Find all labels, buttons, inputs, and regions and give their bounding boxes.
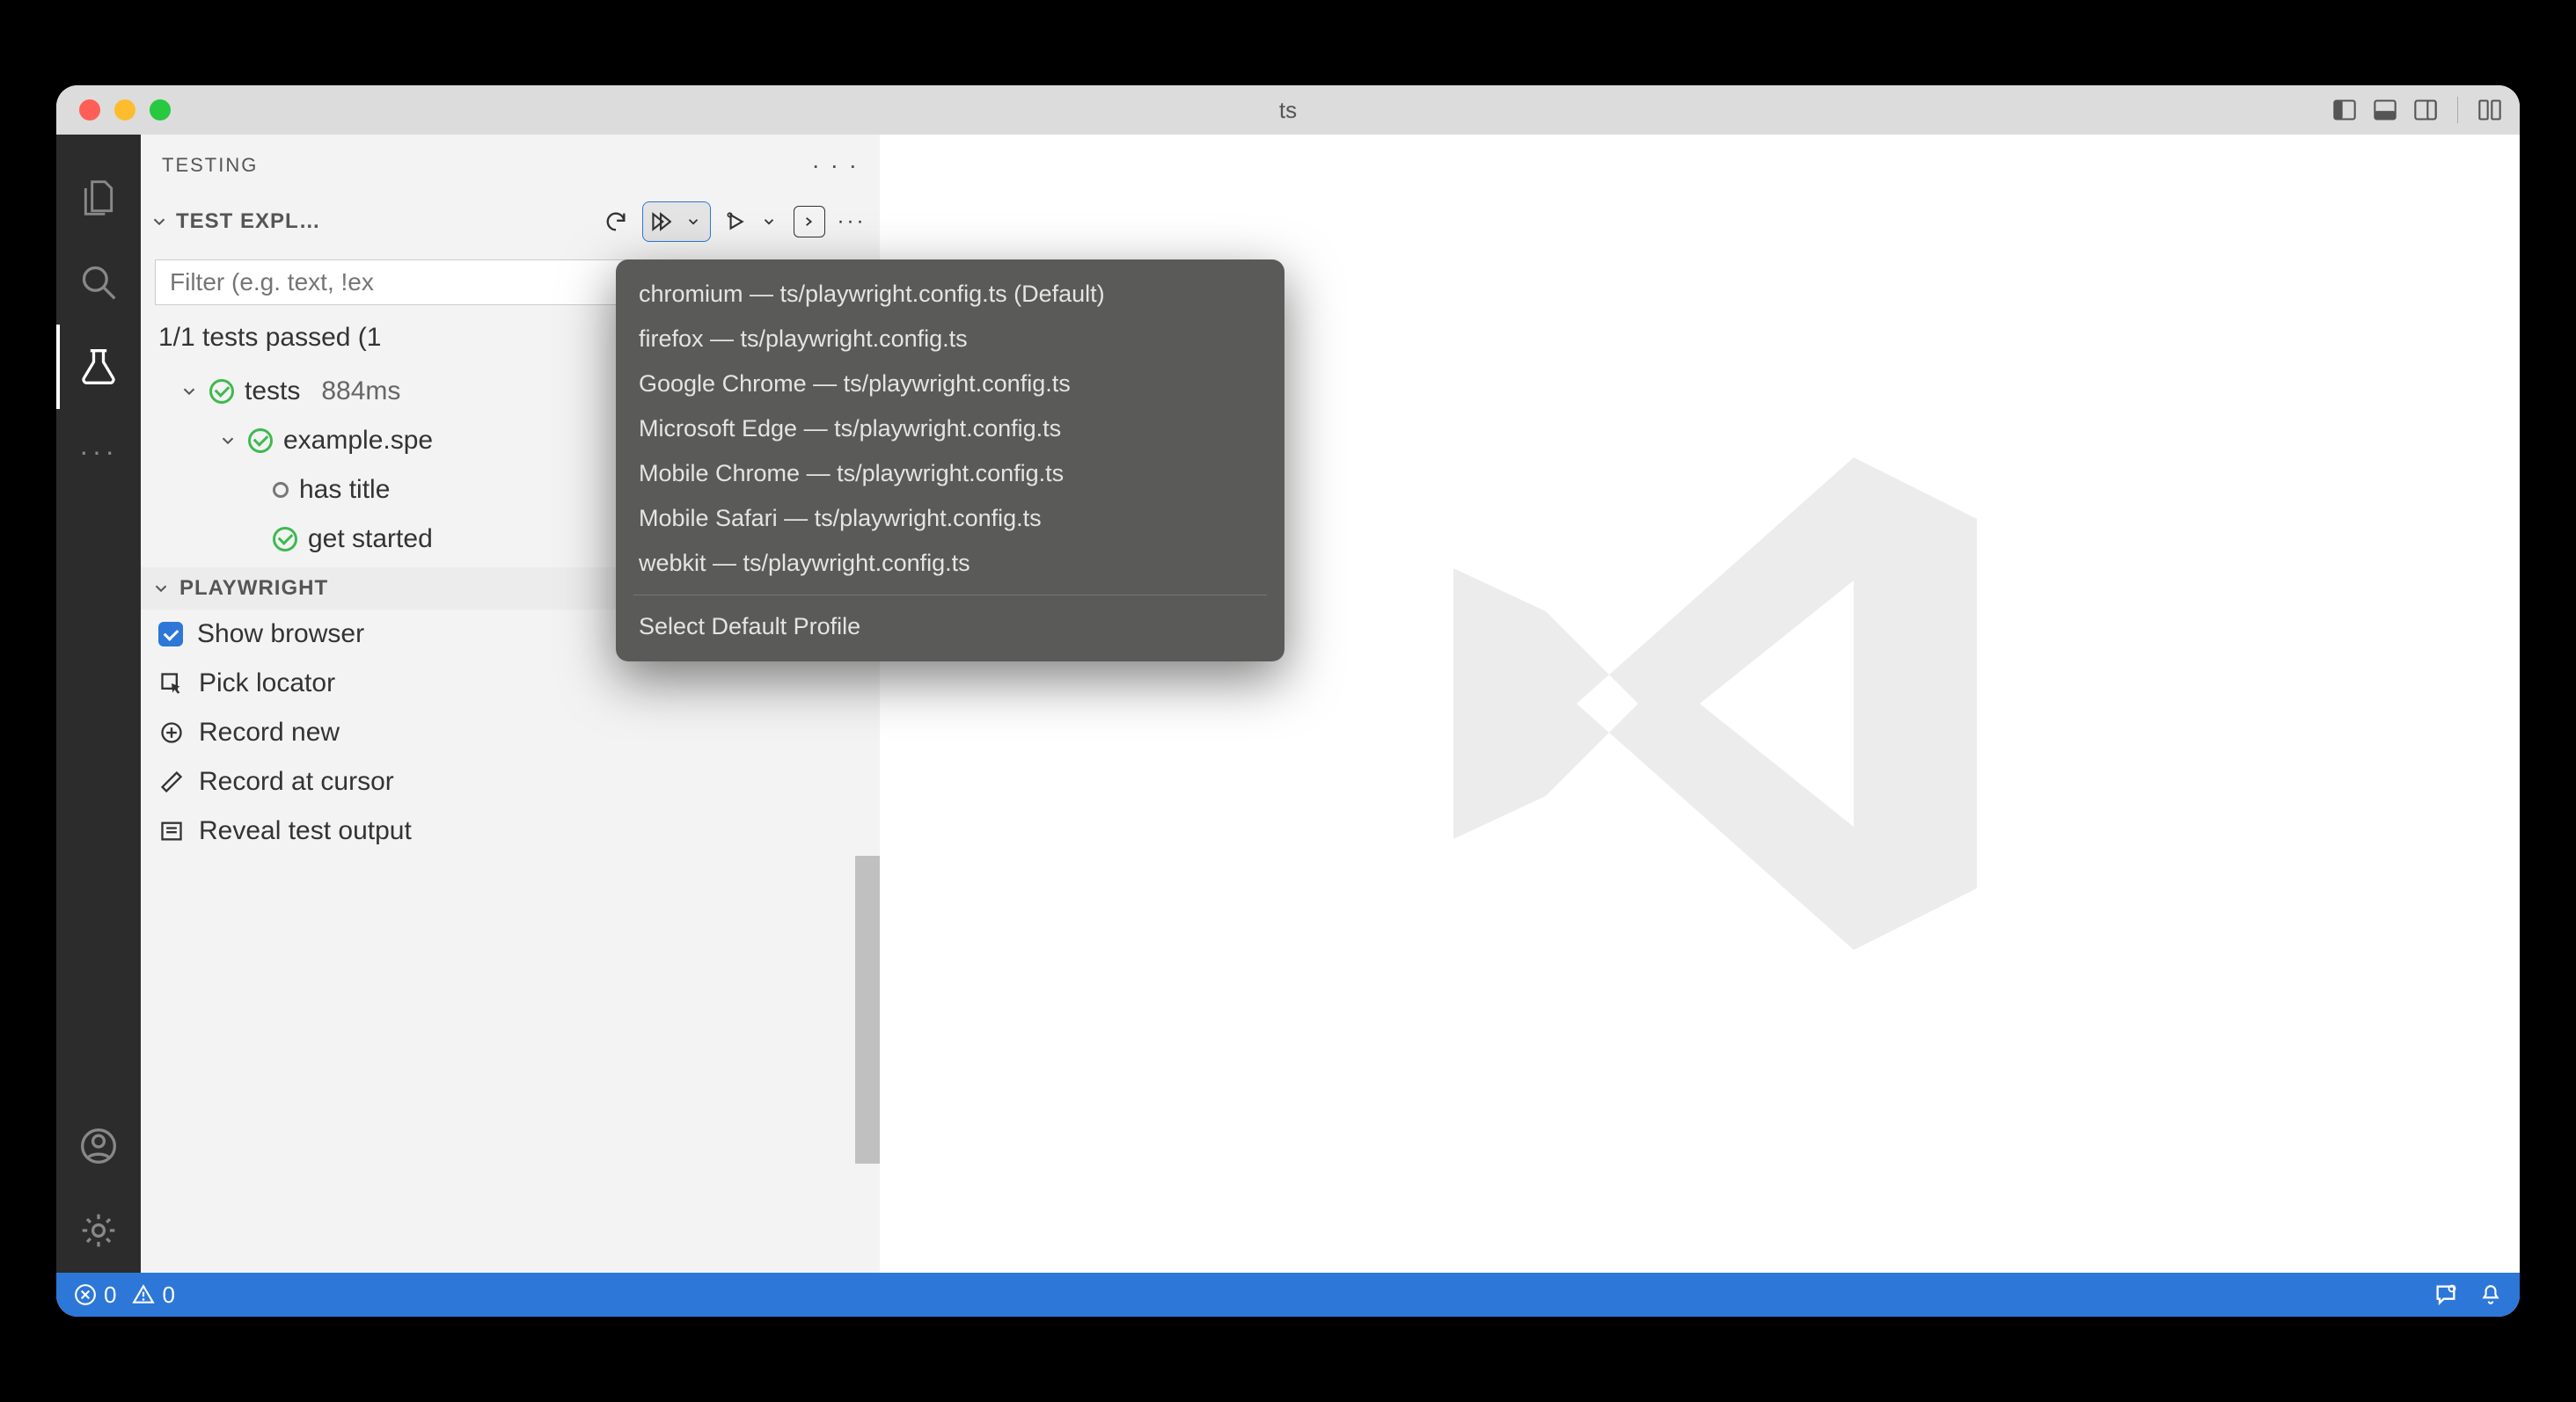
- item-label: Record at cursor: [199, 767, 394, 797]
- circle-icon: [273, 482, 289, 498]
- explorer-activity[interactable]: [56, 156, 141, 240]
- sidebar-more-button[interactable]: · · ·: [811, 151, 859, 179]
- tree-label: tests: [245, 376, 300, 406]
- section-title: PLAYWRIGHT: [179, 576, 328, 601]
- error-count: 0: [104, 1282, 116, 1309]
- tree-label: has title: [299, 475, 390, 505]
- separator: [2457, 97, 2458, 123]
- toggle-panel-icon[interactable]: [2373, 98, 2397, 122]
- pass-icon: [209, 379, 234, 404]
- search-activity[interactable]: [56, 240, 141, 325]
- debug-all-button[interactable]: [719, 202, 752, 241]
- test-explorer-toolbar: ···: [596, 201, 871, 242]
- layout-controls: [2332, 97, 2502, 123]
- files-icon: [79, 179, 118, 217]
- chevron-down-icon: [179, 382, 199, 401]
- debug-tests-split-button[interactable]: [718, 201, 787, 242]
- debug-play-icon: [724, 210, 747, 233]
- chevron-down-icon: [150, 212, 169, 231]
- close-window-button[interactable]: [79, 99, 100, 120]
- warning-icon: [132, 1283, 155, 1306]
- minimize-window-button[interactable]: [114, 99, 135, 120]
- ellipsis-icon: ···: [838, 209, 867, 234]
- warnings-status[interactable]: 0: [132, 1282, 174, 1309]
- pass-icon: [248, 428, 273, 453]
- show-output-button[interactable]: [794, 206, 825, 237]
- settings-activity[interactable]: [56, 1188, 141, 1273]
- gear-icon: [79, 1211, 118, 1250]
- refresh-tests-button[interactable]: [596, 202, 635, 241]
- menu-item-google-chrome[interactable]: Google Chrome — ts/playwright.config.ts: [616, 361, 1284, 406]
- output-icon: [158, 818, 185, 844]
- sidebar-header: TESTING · · ·: [141, 135, 880, 196]
- errors-status[interactable]: 0: [74, 1282, 116, 1309]
- sidebar-title: TESTING: [162, 154, 258, 177]
- record-cursor-icon: [158, 769, 185, 795]
- chevron-down-icon: [685, 214, 701, 230]
- toggle-sidebar-left-icon[interactable]: [2332, 98, 2357, 122]
- more-activity[interactable]: ···: [56, 409, 141, 493]
- inspect-icon: [158, 670, 185, 697]
- account-icon: [79, 1127, 118, 1165]
- scrollbar-thumb[interactable]: [855, 856, 880, 1164]
- chevron-down-icon: [218, 431, 238, 450]
- tree-label: example.spe: [283, 426, 433, 456]
- tree-label: get started: [308, 524, 433, 554]
- duration-label: 884ms: [321, 376, 400, 406]
- pick-locator-button[interactable]: Pick locator: [141, 659, 880, 708]
- run-profile-menu: chromium — ts/playwright.config.ts (Defa…: [616, 259, 1284, 661]
- run-tests-split-button[interactable]: [642, 201, 711, 242]
- testing-activity[interactable]: [56, 325, 141, 409]
- play-all-icon: [648, 210, 671, 233]
- record-new-button[interactable]: Record new: [141, 708, 880, 757]
- window-body: ··· TESTING · · · TEST EXPL…: [56, 135, 2520, 1273]
- reveal-output-button[interactable]: Reveal test output: [141, 807, 880, 856]
- run-dropdown-button[interactable]: [677, 202, 710, 241]
- vscode-watermark-icon: [1392, 396, 2008, 1011]
- warning-count: 0: [162, 1282, 174, 1309]
- activity-bar: ···: [56, 135, 141, 1273]
- more-actions-button[interactable]: ···: [832, 202, 871, 241]
- error-icon: [74, 1283, 97, 1306]
- search-icon: [79, 263, 118, 302]
- test-explorer-header[interactable]: TEST EXPL… ···: [141, 196, 880, 252]
- menu-item-webkit[interactable]: webkit — ts/playwright.config.ts: [616, 541, 1284, 586]
- titlebar: ts: [56, 85, 2520, 135]
- debug-dropdown-button[interactable]: [752, 202, 786, 241]
- chevron-down-icon: [151, 579, 171, 598]
- item-label: Show browser: [197, 619, 364, 649]
- checkbox-checked-icon: [158, 622, 183, 646]
- window-controls: [56, 99, 171, 120]
- run-all-button[interactable]: [643, 202, 677, 241]
- toggle-sidebar-right-icon[interactable]: [2413, 98, 2438, 122]
- item-label: Reveal test output: [199, 816, 412, 846]
- menu-item-select-default[interactable]: Select Default Profile: [616, 604, 1284, 649]
- record-new-icon: [158, 719, 185, 746]
- menu-item-mobile-chrome[interactable]: Mobile Chrome — ts/playwright.config.ts: [616, 451, 1284, 496]
- menu-item-mobile-safari[interactable]: Mobile Safari — ts/playwright.config.ts: [616, 496, 1284, 541]
- maximize-window-button[interactable]: [150, 99, 171, 120]
- record-at-cursor-button[interactable]: Record at cursor: [141, 757, 880, 807]
- beaker-icon: [79, 347, 118, 386]
- pass-icon: [273, 527, 297, 551]
- status-bar: 0 0: [56, 1273, 2520, 1317]
- section-title: TEST EXPL…: [176, 209, 321, 234]
- accounts-activity[interactable]: [56, 1104, 141, 1188]
- terminal-icon: [801, 213, 818, 230]
- ellipsis-icon: ···: [79, 435, 118, 468]
- item-label: Record new: [199, 718, 340, 748]
- refresh-icon: [604, 209, 628, 234]
- chevron-down-icon: [761, 214, 777, 230]
- window-title: ts: [1279, 97, 1297, 124]
- menu-item-microsoft-edge[interactable]: Microsoft Edge — ts/playwright.config.ts: [616, 406, 1284, 451]
- vscode-window: ts ···: [56, 85, 2520, 1317]
- menu-item-firefox[interactable]: firefox — ts/playwright.config.ts: [616, 317, 1284, 361]
- item-label: Pick locator: [199, 668, 335, 698]
- bell-icon[interactable]: [2479, 1283, 2502, 1306]
- menu-item-chromium[interactable]: chromium — ts/playwright.config.ts (Defa…: [616, 272, 1284, 317]
- customize-layout-icon[interactable]: [2477, 98, 2502, 122]
- feedback-icon[interactable]: [2433, 1282, 2458, 1307]
